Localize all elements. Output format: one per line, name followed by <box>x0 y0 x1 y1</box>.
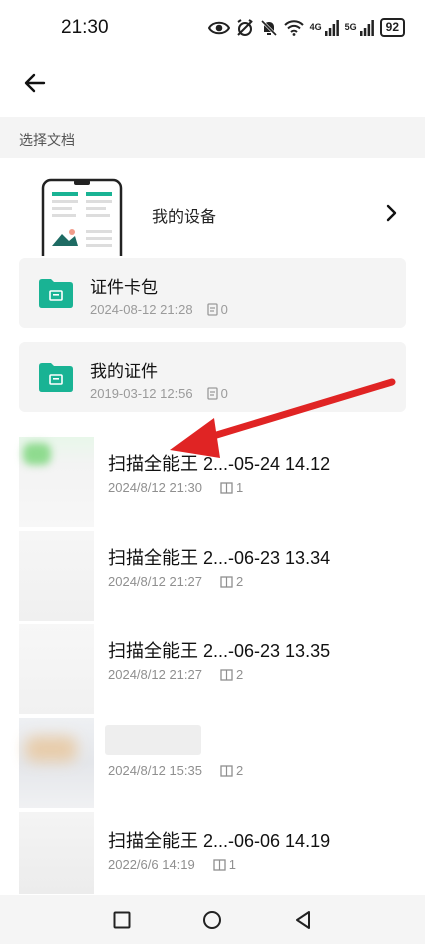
document-thumbnail[interactable] <box>19 812 94 894</box>
document-pages: 1 <box>235 480 244 495</box>
folder-meta: 2019-03-12 12:56 0 <box>90 386 228 401</box>
document-title[interactable]: 扫描全能王 2...-05-24 14.12 <box>108 450 330 476</box>
document-date: 2024/8/12 21:27 <box>108 667 202 682</box>
pages-icon <box>220 481 233 494</box>
document-title[interactable]: 扫描全能王 2...-06-06 14.19 <box>108 827 330 853</box>
folder-title: 证件卡包 <box>90 278 158 297</box>
document-thumbnail[interactable] <box>19 718 94 808</box>
pages-icon <box>213 858 226 871</box>
folder-icon <box>39 363 73 392</box>
device-label: 我的设备 <box>152 209 217 226</box>
folder-meta: 2024-08-12 21:28 0 <box>90 302 228 317</box>
phone-illustration-icon <box>41 178 123 256</box>
document-pages: 2 <box>235 763 244 778</box>
square-icon[interactable] <box>113 911 131 934</box>
eye-icon <box>207 20 230 36</box>
arrow-left-icon <box>24 73 46 93</box>
battery-icon: 92 <box>379 18 405 37</box>
document-pages: 2 <box>235 667 244 682</box>
document-title[interactable]: 扫描全能王 2...-06-23 13.34 <box>108 544 330 570</box>
document-thumbnail[interactable] <box>19 624 94 714</box>
folder-icon <box>39 279 73 308</box>
document-date: 2024/8/12 21:30 <box>108 480 202 495</box>
status-time: 21:30 <box>61 17 109 38</box>
circle-icon[interactable] <box>202 910 222 935</box>
pages-icon <box>220 668 233 681</box>
document-count-icon <box>207 303 218 316</box>
document-pages: 1 <box>228 857 236 872</box>
chevron-right-icon[interactable] <box>384 203 398 228</box>
network-4g-label: 4G <box>309 22 322 32</box>
alarm-off-icon <box>236 18 254 37</box>
triangle-back-icon[interactable] <box>294 910 312 935</box>
folder-title: 我的证件 <box>90 362 158 381</box>
document-title[interactable]: 扫描全能王 2...-06-23 13.35 <box>108 637 330 663</box>
signal-icon <box>359 19 374 36</box>
document-thumbnail[interactable] <box>19 531 94 621</box>
document-title-blurred[interactable] <box>105 725 201 755</box>
wifi-icon <box>283 19 304 36</box>
document-meta: 2024/8/12 21:27 2 <box>108 574 243 589</box>
folder-count: 0 <box>220 302 228 317</box>
document-date: 2024/8/12 21:27 <box>108 574 202 589</box>
status-icons: 4G 5G 92 <box>207 18 405 37</box>
document-thumbnail[interactable] <box>19 437 94 527</box>
folder-count: 0 <box>220 386 228 401</box>
document-meta: 2024/8/12 21:30 1 <box>108 480 243 495</box>
folder-date: 2024-08-12 21:28 <box>90 302 193 317</box>
network-5g-label: 5G <box>344 22 357 32</box>
folder-card[interactable]: 证件卡包 2024-08-12 21:28 0 <box>19 258 406 328</box>
pages-icon <box>220 764 233 777</box>
section-label: 选择文档 <box>19 132 75 148</box>
signal-icon <box>324 19 339 36</box>
bell-off-icon <box>260 19 278 37</box>
back-button[interactable] <box>22 70 48 96</box>
document-meta: 2022/6/6 14:19 1 <box>108 857 236 872</box>
document-date: 2024/8/12 15:35 <box>108 763 202 778</box>
folder-card[interactable]: 我的证件 2019-03-12 12:56 0 <box>19 342 406 412</box>
document-meta: 2024/8/12 15:35 2 <box>108 763 243 778</box>
folder-date: 2019-03-12 12:56 <box>90 386 193 401</box>
document-count-icon <box>207 387 218 400</box>
pages-icon <box>220 575 233 588</box>
document-date: 2022/6/6 14:19 <box>108 857 195 872</box>
document-meta: 2024/8/12 21:27 2 <box>108 667 243 682</box>
document-pages: 2 <box>235 574 244 589</box>
